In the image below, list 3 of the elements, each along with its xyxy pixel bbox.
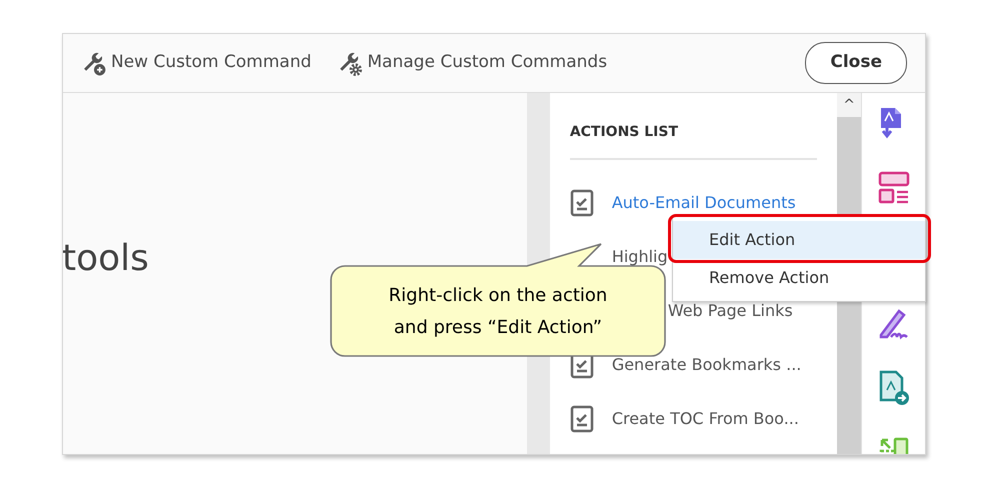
main-heading: tools <box>63 236 149 280</box>
callout-text: Right-click on the action and press “Edit Action” <box>388 284 608 340</box>
panel-title: ACTIONS LIST <box>570 93 818 160</box>
